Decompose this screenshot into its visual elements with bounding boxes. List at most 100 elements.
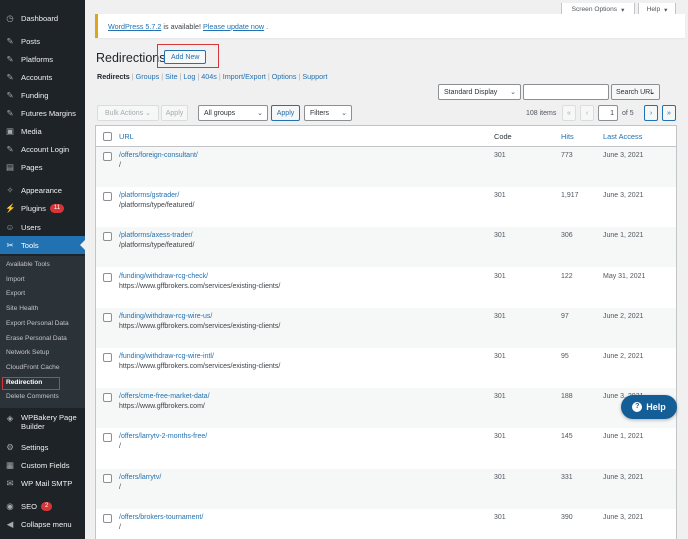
main-content: Screen Options ▾ Help ▾ WordPress 5.7.2 is… xyxy=(85,0,688,539)
admin-sidebar: ◷ Dashboard ✎ Posts ✎ Platforms ✎ Accounts ✎ Fund… xyxy=(0,0,85,539)
last-access-date: June 1, 2021 xyxy=(603,433,644,441)
sidebar-item-label: Collapse menu xyxy=(21,520,72,529)
http-code: 301 xyxy=(494,393,506,401)
submenu-item-cloudfront-cache[interactable]: CloudFront Cache xyxy=(6,364,60,371)
next-page-button[interactable]: › xyxy=(644,105,658,121)
subnav-groups[interactable]: Groups xyxy=(136,72,160,81)
sidebar-item-funding[interactable]: ✎ Funding xyxy=(0,86,85,104)
separator: | xyxy=(179,72,182,81)
submenu-item-import[interactable]: Import xyxy=(6,276,25,283)
bulk-actions-select[interactable]: Bulk Actions ⌄ xyxy=(97,105,159,121)
prev-page-button[interactable]: ‹ xyxy=(580,105,594,121)
sidebar-item-tools[interactable]: ✂ Tools xyxy=(0,236,85,254)
sidebar-item-pages[interactable]: ▤ Pages xyxy=(0,158,85,176)
last-page-button[interactable]: » xyxy=(662,105,676,121)
row-checkbox[interactable] xyxy=(103,513,112,523)
search-input[interactable] xyxy=(523,84,609,100)
separator: | xyxy=(298,72,301,81)
help-widget-button[interactable]: ? Help xyxy=(621,395,677,419)
sidebar-item-futures-margins[interactable]: ✎ Futures Margins xyxy=(0,104,85,122)
source-url-link[interactable]: /offers/foreign-consultant/ xyxy=(119,152,198,159)
last-access-date: June 3, 2021 xyxy=(603,473,644,481)
sidebar-item-posts[interactable]: ✎ Posts xyxy=(0,32,85,50)
sidebar-item-label: Custom Fields xyxy=(21,461,70,470)
sidebar-item-accounts[interactable]: ✎ Accounts xyxy=(0,68,85,86)
pin-icon: ✎ xyxy=(6,36,14,46)
update-now-link[interactable]: Please update now xyxy=(203,22,264,31)
column-last-access[interactable]: Last Access xyxy=(603,132,642,141)
target-url: https://www.gffbrokers.com/ xyxy=(119,403,205,411)
sidebar-item-label: Appearance xyxy=(21,185,62,195)
label-line: Settings xyxy=(21,442,49,452)
sidebar-item-seo[interactable]: ◉ SEO 2 xyxy=(0,497,85,515)
source-url-link[interactable]: /funding/withdraw-rcg-check/ xyxy=(119,273,208,280)
source-url-link[interactable]: /platforms/gstrader/ xyxy=(119,192,179,199)
sidebar-item-platforms[interactable]: ✎ Platforms xyxy=(0,50,85,68)
source-url-link[interactable]: /funding/withdraw-rcg-wire-us/ xyxy=(119,313,212,320)
subnav-404s[interactable]: 404s xyxy=(201,72,217,81)
source-url-link[interactable]: /funding/withdraw-rcg-wire-intl/ xyxy=(119,353,214,360)
row-checkbox[interactable] xyxy=(103,393,112,403)
submenu-item-delete-comments[interactable]: Delete Comments xyxy=(6,393,59,400)
subnav-support[interactable]: Support xyxy=(302,72,327,81)
source-url-link[interactable]: /offers/brokers-tournament/ xyxy=(119,514,203,521)
groups-select[interactable]: All groups ⌄ xyxy=(198,105,268,121)
wordpress-version-link[interactable]: WordPress 5.7.2 xyxy=(108,22,161,31)
sidebar-item-media[interactable]: ▣ Media xyxy=(0,122,85,140)
subnav-log[interactable]: Log xyxy=(183,72,195,81)
mail-icon: ✉ xyxy=(6,478,14,488)
source-url-link[interactable]: /platforms/axess-trader/ xyxy=(119,232,193,239)
subnav-import-export[interactable]: Import/Export xyxy=(223,72,266,81)
submenu-item-export[interactable]: Export xyxy=(6,290,25,297)
sidebar-item-collapse-menu[interactable]: ◀ Collapse menu xyxy=(0,515,85,533)
bulk-apply-button[interactable]: Apply xyxy=(161,105,188,121)
subnav-options[interactable]: Options xyxy=(272,72,297,81)
sidebar-item-wp-mail-smtp[interactable]: ✉ WP Mail SMTP xyxy=(0,474,85,492)
sidebar-item-account-login[interactable]: ✎ Account Login xyxy=(0,140,85,158)
hit-count: 188 xyxy=(561,393,573,401)
row-checkbox[interactable] xyxy=(103,473,112,483)
column-hits[interactable]: Hits xyxy=(561,132,574,141)
submenu-item-export-personal-data[interactable]: Export Personal Data xyxy=(6,320,69,327)
sidebar-item-users[interactable]: ☺ Users xyxy=(0,218,85,236)
row-checkbox[interactable] xyxy=(103,312,112,322)
table-row: /platforms/gstrader/ /platforms/type/feat… xyxy=(96,187,676,227)
row-checkbox[interactable] xyxy=(103,232,112,242)
submenu-item-available-tools[interactable]: Available Tools xyxy=(6,261,50,268)
current-page-input[interactable]: 1 xyxy=(598,105,618,121)
hit-count: 95 xyxy=(561,353,569,360)
row-checkbox[interactable] xyxy=(103,152,112,161)
sidebar-item-appearance[interactable]: ✧ Appearance xyxy=(0,181,85,199)
submenu-item-network-setup[interactable]: Network Setup xyxy=(6,349,49,356)
row-checkbox[interactable] xyxy=(103,272,112,282)
target-url: https://www.gffbrokers.com/services/exis… xyxy=(119,363,281,370)
submenu-item-erase-personal-data[interactable]: Erase Personal Data xyxy=(6,335,67,342)
sidebar-item-dashboard[interactable]: ◷ Dashboard xyxy=(0,9,85,27)
source-url-link[interactable]: /offers/larrytv-2-months-free/ xyxy=(119,433,207,440)
label-line: Collapse menu xyxy=(21,519,72,529)
subnav-redirects[interactable]: Redirects xyxy=(97,72,130,81)
submenu-item-site-health[interactable]: Site Health xyxy=(6,305,38,312)
sidebar-item-plugins[interactable]: ⚡ Plugins 11 xyxy=(0,199,85,217)
filters-select[interactable]: Filters ⌄ xyxy=(304,105,352,121)
sidebar-item-settings[interactable]: ⚙ Settings xyxy=(0,438,85,456)
search-url-button[interactable]: Search URL ⌄ xyxy=(611,84,660,100)
sidebar-item-wpbakery-page[interactable]: ◈ WPBakery Page Builder xyxy=(0,413,85,437)
source-url-link[interactable]: /offers/larrytv/ xyxy=(119,474,161,481)
total-pages: of 5 xyxy=(622,110,634,117)
display-select[interactable]: Standard Display ⌄ xyxy=(438,84,521,100)
source-url-link[interactable]: /offers/cme-free-market-data/ xyxy=(119,393,210,400)
sidebar-item-custom-fields[interactable]: ▦ Custom Fields xyxy=(0,456,85,474)
column-url[interactable]: URL xyxy=(119,132,134,141)
first-page-button[interactable]: « xyxy=(562,105,576,121)
row-checkbox[interactable] xyxy=(103,192,112,202)
settings-icon: ⚙ xyxy=(6,442,14,452)
row-checkbox[interactable] xyxy=(103,433,112,443)
table-row: /funding/withdraw-rcg-wire-intl/https://… xyxy=(96,348,676,388)
media-icon: ▣ xyxy=(5,126,15,136)
select-all-checkbox[interactable] xyxy=(103,132,112,141)
row-checkbox[interactable] xyxy=(103,353,112,362)
subnav-site[interactable]: Site xyxy=(165,72,177,81)
group-apply-button[interactable]: Apply xyxy=(271,105,300,121)
http-code: 301 xyxy=(494,192,506,200)
